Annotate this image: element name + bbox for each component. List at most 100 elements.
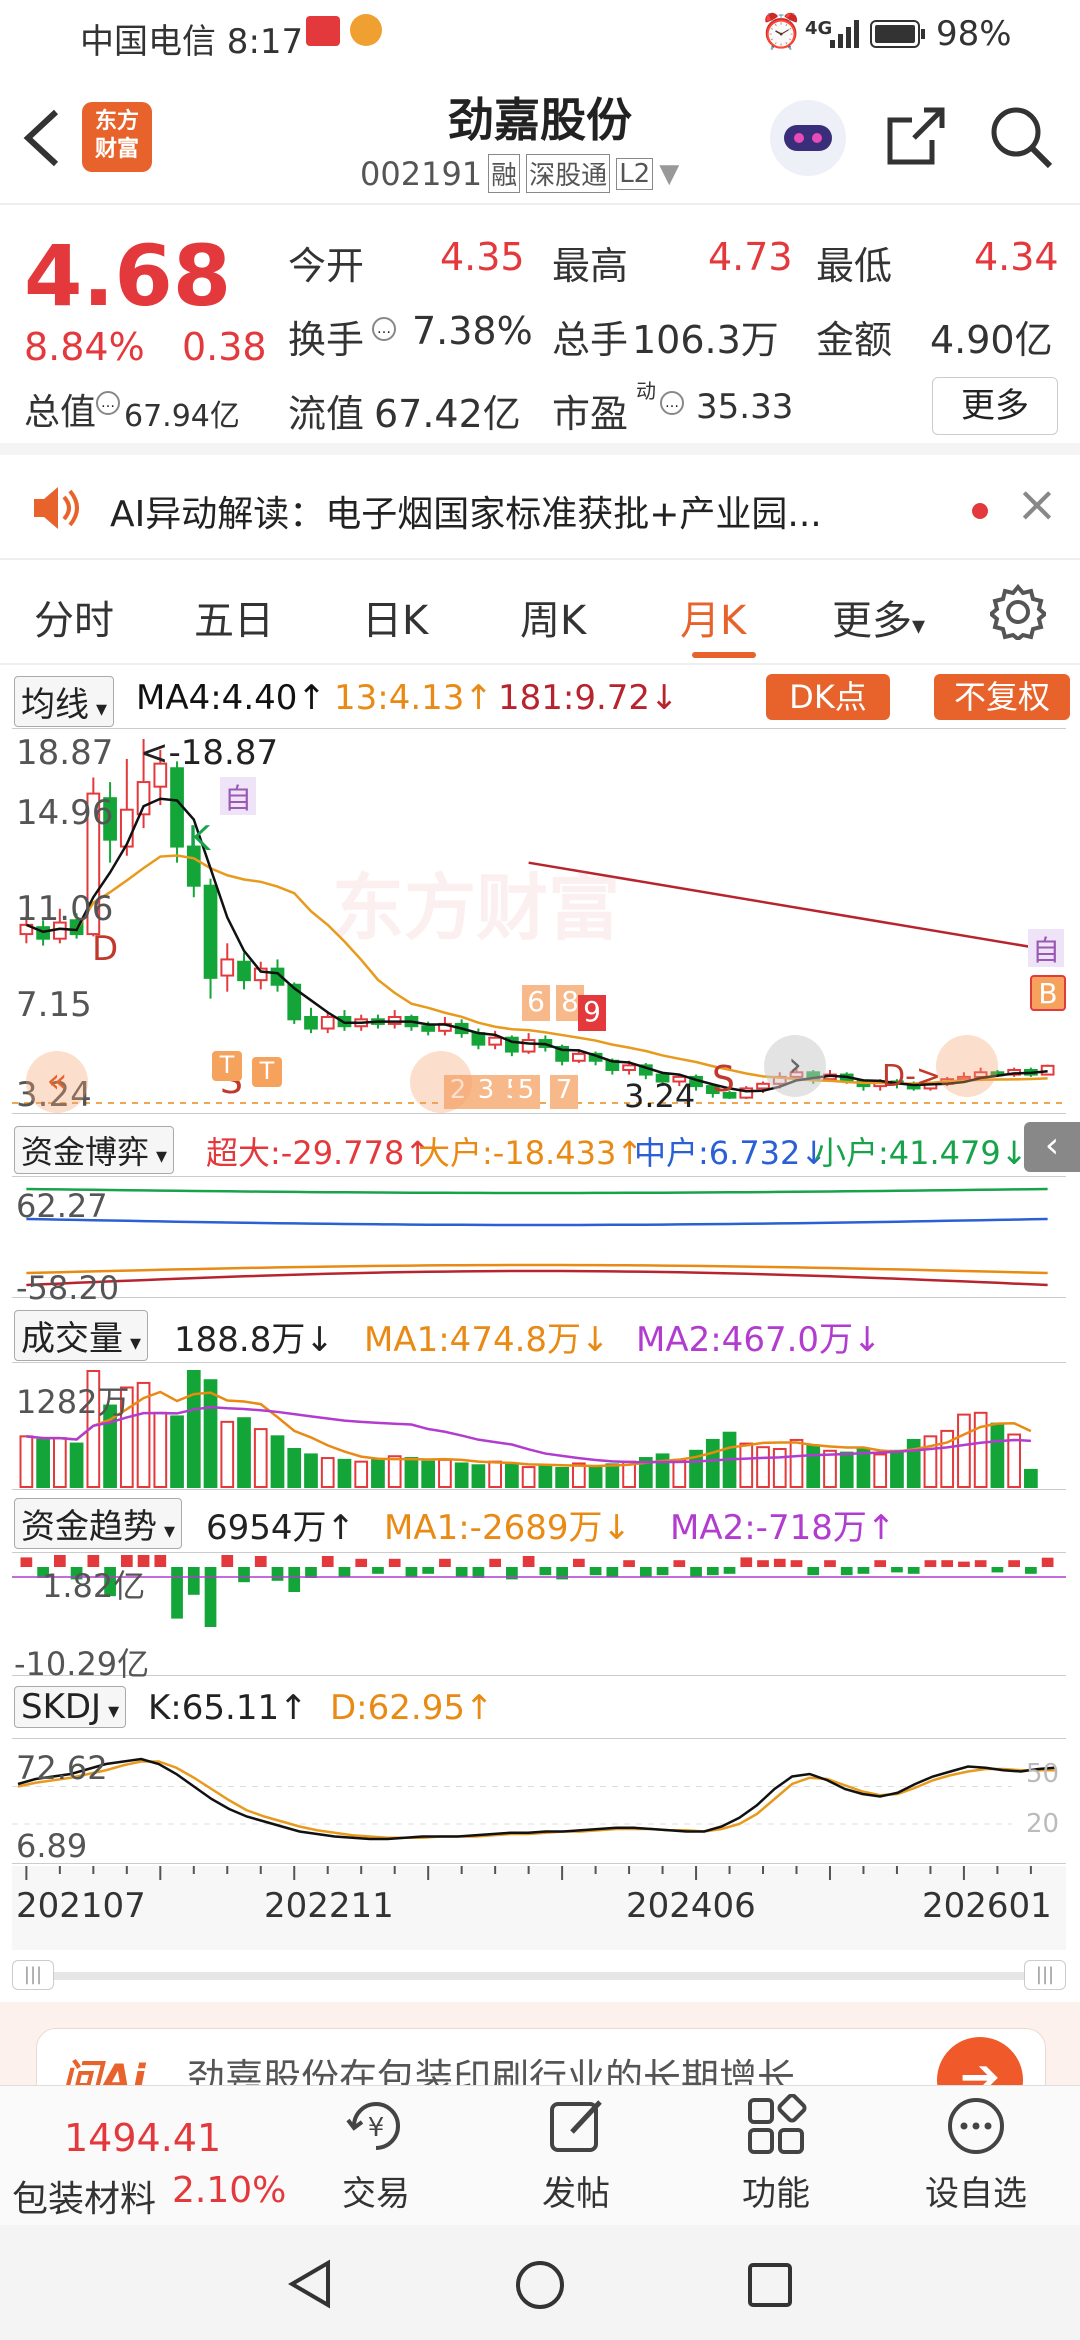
volume-bar [203,1379,218,1488]
cursor-handle[interactable] [410,1051,472,1113]
capital-game-panel[interactable]: 62.27 -58.20 [12,1176,1066,1307]
tab-intraday[interactable]: 分时 [34,588,114,646]
kline-chart-panel[interactable]: 东方财富 18.87 14.96 11.06 7.15 3.24 <-18.87… [12,728,1066,1115]
ma181-value: 181:9.72↓ [498,678,679,718]
y-label: -10.29亿 [14,1645,150,1683]
y-label-right: 50 [1026,1759,1060,1789]
function-button[interactable]: 功能 [696,2086,856,2226]
volume-ma1: MA1:474.8万↓ [364,1320,610,1360]
info-icon[interactable]: … [660,391,684,415]
close-icon[interactable]: × [1016,475,1058,533]
stock-code-row[interactable]: 002191 融 深股通 L2 ▼ [360,154,679,193]
high-value: 4.73 [708,235,793,279]
y-label: 7.15 [16,985,92,1025]
fund-bar [355,1558,368,1567]
fund-bar [572,1558,585,1567]
skdj-legend: SKDJ ▾ K:65.11↑ D:62.95↑ [14,1682,1074,1734]
marker-zi[interactable]: 自 [220,777,256,815]
volume-selector[interactable]: 成交量 ▾ [14,1310,149,1361]
stock-code: 002191 [360,154,483,193]
ai-banner[interactable]: AI异动解读：电子烟国家标准获批+产业园... × [0,455,1080,560]
chevron-down-icon: ▼ [659,158,680,189]
fund-bar [321,1556,334,1567]
dk-point-button[interactable]: DK点 [766,674,890,720]
large-value: 大户:-18.433↑ [418,1134,644,1172]
post-button[interactable]: 发帖 [496,2086,656,2226]
volume-bar [69,1442,84,1488]
tab-more[interactable]: 更多▾ [832,588,925,646]
float-label: 流值 [288,392,365,436]
x-axis: 202107 202211 202406 202601 [12,1866,1066,1950]
marker-zi[interactable]: 自 [1028,929,1064,967]
fund-trend-selector[interactable]: 资金趋势 ▾ [14,1498,183,1549]
fund-bar [489,1558,502,1567]
fund-trend-panel[interactable]: 1.82亿 -10.29亿 [12,1552,1066,1683]
more-button[interactable]: 更多 [932,377,1058,435]
candle [571,1052,586,1062]
scroll-right-handle[interactable] [936,1035,998,1097]
fund-bar [840,1567,853,1576]
info-icon[interactable]: … [372,317,396,341]
mid-value: 中户:6.732↓ [634,1134,828,1172]
nav-recents-icon[interactable] [746,2261,794,2309]
nav-back-icon[interactable] [284,2259,334,2309]
capital-game-selector[interactable]: 资金博弈 ▾ [14,1126,175,1174]
nav-home-icon[interactable] [514,2259,566,2311]
y-label: 62.27 [16,1187,108,1225]
fund-bar [539,1567,552,1576]
volume-bar [957,1413,971,1488]
adjust-button[interactable]: 不复权 [934,674,1070,720]
skdj-selector[interactable]: SKDJ ▾ [14,1686,127,1728]
tab-monthly-k[interactable]: 月K [680,588,746,646]
sector-index[interactable]: 1494.41 包装材料 2.10% [0,2086,290,2226]
skdj-chart [12,1757,1057,1841]
network-type: 4G [805,18,833,39]
x-tick-label: 202211 [264,1886,394,1926]
fund-trend-legend: 资金趋势 ▾ 6954万↑ MA1:-2689万↓ MA2:-718万↑ [14,1494,1074,1549]
collapse-panel-icon[interactable]: ‹ [1024,1122,1080,1172]
chevron-right-icon[interactable]: › [764,1035,826,1097]
tab-weekly-k[interactable]: 周K [520,588,586,646]
volume-ma2: MA2:467.0万↓ [636,1320,882,1360]
volume-bar [538,1464,553,1488]
volume-bar [170,1415,184,1488]
volume-panel[interactable]: 1282万 [12,1362,1066,1490]
scroll-handle-right[interactable]: ||| [1024,1960,1066,1990]
y-label: 18.87 [16,733,114,773]
fund-bar [656,1567,669,1576]
share-icon[interactable] [884,104,948,168]
search-icon[interactable] [988,104,1054,170]
scroll-handle-left[interactable]: ||| [12,1960,54,1990]
robot-assistant-icon[interactable] [770,100,846,176]
volume-bar [856,1447,871,1488]
volume-bar [371,1458,385,1488]
volume-bar [36,1438,50,1488]
number-tag: 3 [472,1075,500,1109]
ma13-value: 13:4.13↑ [334,678,493,718]
chart-scrollbar[interactable]: ||| ||| [12,1960,1066,1990]
volume-bar [588,1465,603,1488]
post-icon [550,2100,602,2152]
candle [170,767,184,848]
battery-percent: 98% [936,14,1012,54]
watchlist-button[interactable]: 设自选 [896,2086,1056,2226]
carrier-time: 中国电信 8:17 [80,22,304,62]
scroll-left-icon[interactable]: « [26,1051,88,1113]
indicator-selector[interactable]: 均线 ▾ [14,676,115,727]
skdj-k-line [17,1757,1057,1841]
function-icon [748,2094,807,2154]
settings-gear-icon[interactable] [990,584,1046,640]
marker-d: D [92,929,119,969]
badge-connect: 深股通 [526,154,611,193]
low-value: 4.34 [974,235,1059,279]
tab-daily-k[interactable]: 日K [362,588,428,646]
tab-five-day[interactable]: 五日 [194,588,274,646]
fund-bar [790,1560,803,1567]
info-icon[interactable]: … [96,391,120,415]
trade-button[interactable]: ¥ 交易 [296,2086,456,2226]
volume-bar [387,1455,402,1489]
fund-bar [907,1567,920,1574]
candle [521,1039,536,1053]
skdj-panel[interactable]: 72.62 6.89 50 20 [12,1738,1066,1865]
mktcap-value: 67.94亿 [124,399,240,434]
